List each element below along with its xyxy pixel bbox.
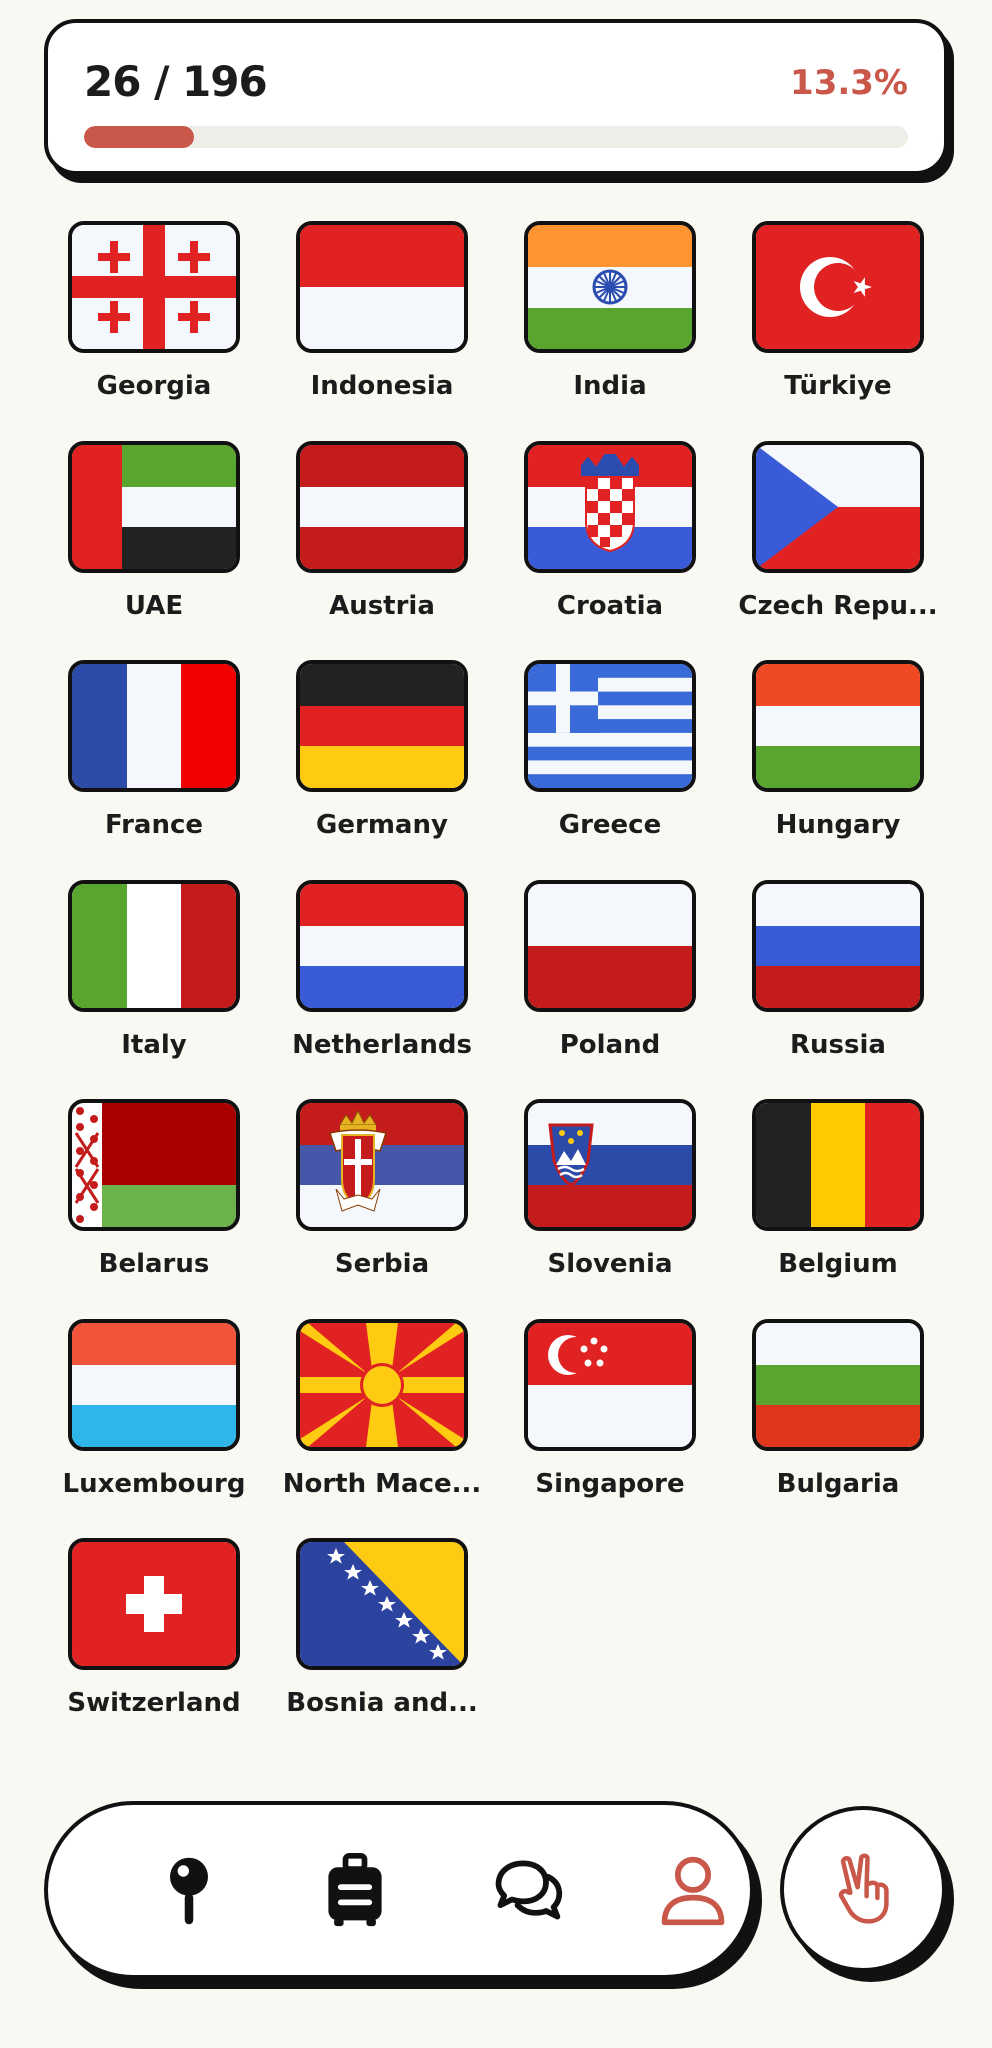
serbia-flag: [296, 1099, 468, 1231]
country-card-belarus[interactable]: Belarus: [40, 1099, 268, 1319]
luggage-icon: [328, 1852, 382, 1927]
country-card-croatia[interactable]: Croatia: [496, 440, 724, 661]
austria-flag: [296, 440, 468, 573]
country-name: Croatia: [556, 590, 664, 621]
slovenia-flag: [524, 1099, 696, 1231]
country-name: Russia: [790, 1029, 886, 1060]
country-name: UAE: [124, 590, 184, 621]
bosnia-and-herzegovina-flag: [296, 1538, 468, 1670]
country-name: Luxembourg: [62, 1468, 246, 1499]
country-card-luxembourg[interactable]: Luxembourg: [40, 1318, 268, 1539]
progress-card: 26 / 196 13.3%: [44, 19, 948, 175]
country-name: India: [573, 371, 647, 401]
country-card-bulgaria[interactable]: Bulgaria: [724, 1318, 952, 1539]
germany-flag: [296, 660, 468, 792]
country-card-turkiye[interactable]: Türkiye: [724, 221, 952, 441]
country-card-north-macedonia[interactable]: North Mace...: [268, 1318, 496, 1539]
country-card-serbia[interactable]: Serbia: [268, 1099, 496, 1319]
wave-button[interactable]: [780, 1806, 946, 1972]
country-name: Greece: [558, 810, 662, 840]
country-name: North Mace...: [282, 1468, 482, 1499]
country-name: Belgium: [778, 1249, 898, 1279]
country-name: Italy: [121, 1029, 187, 1060]
country-name: Singapore: [535, 1468, 685, 1499]
czech-republic-flag: [752, 440, 924, 573]
poland-flag: [524, 879, 696, 1012]
georgia-flag: [68, 221, 240, 353]
country-card-france[interactable]: France: [40, 660, 268, 880]
country-card-slovenia[interactable]: Slovenia: [496, 1099, 724, 1319]
country-name: Türkiye: [784, 371, 892, 401]
belgium-flag: [752, 1099, 924, 1231]
country-card-belgium[interactable]: Belgium: [724, 1099, 952, 1319]
country-card-germany[interactable]: Germany: [268, 660, 496, 880]
croatia-flag: [524, 440, 696, 573]
country-card-netherlands[interactable]: Netherlands: [268, 879, 496, 1100]
country-name: Serbia: [334, 1249, 430, 1279]
country-card-czech-republic[interactable]: Czech Repu...: [724, 440, 952, 661]
progress-percent: 13.3%: [790, 63, 908, 103]
north-macedonia-flag: [296, 1318, 468, 1451]
country-card-india[interactable]: India: [496, 221, 724, 441]
bulgaria-flag: [752, 1318, 924, 1451]
country-name: Indonesia: [310, 371, 454, 401]
netherlands-flag: [296, 879, 468, 1012]
russia-flag: [752, 879, 924, 1012]
country-card-singapore[interactable]: Singapore: [496, 1318, 724, 1539]
country-name: Netherlands: [292, 1029, 472, 1060]
country-name: Hungary: [775, 810, 901, 840]
country-card-uae[interactable]: UAE: [40, 440, 268, 661]
belarus-flag: [68, 1099, 240, 1231]
country-name: Bulgaria: [776, 1468, 900, 1499]
nav-item-profile[interactable]: [648, 1845, 738, 1935]
chat-bubbles-icon: [495, 1860, 563, 1920]
progress-count: 26 / 196: [84, 57, 268, 106]
country-name: Germany: [316, 810, 448, 840]
indonesia-flag: [296, 221, 468, 353]
country-name: Czech Repu...: [738, 590, 938, 621]
switzerland-flag: [68, 1538, 240, 1670]
country-card-georgia[interactable]: Georgia: [40, 221, 268, 441]
country-card-greece[interactable]: Greece: [496, 660, 724, 880]
singapore-flag: [524, 1318, 696, 1451]
italy-flag: [68, 879, 240, 1012]
hungary-flag: [752, 660, 924, 792]
peace-hand-icon: [838, 1853, 889, 1924]
nav-item-chats[interactable]: [482, 1845, 572, 1935]
country-name: Poland: [559, 1029, 661, 1060]
country-card-switzerland[interactable]: Switzerland: [40, 1538, 268, 1758]
flag-grid: Georgia Indonesia India Türkiye UAE Aust…: [40, 221, 952, 1758]
country-card-russia[interactable]: Russia: [724, 879, 952, 1100]
turkiye-flag: [752, 221, 924, 353]
progress-track: [84, 126, 908, 148]
country-name: Austria: [329, 590, 435, 621]
country-card-poland[interactable]: Poland: [496, 879, 724, 1100]
india-flag: [524, 221, 696, 353]
nav-item-trips[interactable]: [310, 1845, 400, 1935]
bottom-nav: [44, 1801, 754, 1979]
country-card-bosnia-and-herzegovina[interactable]: Bosnia and...: [268, 1538, 496, 1758]
country-card-austria[interactable]: Austria: [268, 440, 496, 661]
country-name: Bosnia and...: [286, 1688, 478, 1718]
country-name: Georgia: [96, 371, 212, 401]
profile-icon: [661, 1856, 725, 1926]
country-card-indonesia[interactable]: Indonesia: [268, 221, 496, 441]
uae-flag: [68, 440, 240, 573]
greece-flag: [524, 660, 696, 792]
country-card-italy[interactable]: Italy: [40, 879, 268, 1100]
country-name: Belarus: [98, 1249, 210, 1279]
country-card-hungary[interactable]: Hungary: [724, 660, 952, 880]
progress-fill: [84, 126, 194, 148]
map-pin-icon: [170, 1857, 208, 1925]
country-name: Switzerland: [67, 1688, 241, 1718]
france-flag: [68, 660, 240, 792]
nav-item-map[interactable]: [144, 1845, 234, 1935]
country-name: Slovenia: [547, 1249, 673, 1279]
luxembourg-flag: [68, 1318, 240, 1451]
country-name: France: [104, 810, 204, 840]
